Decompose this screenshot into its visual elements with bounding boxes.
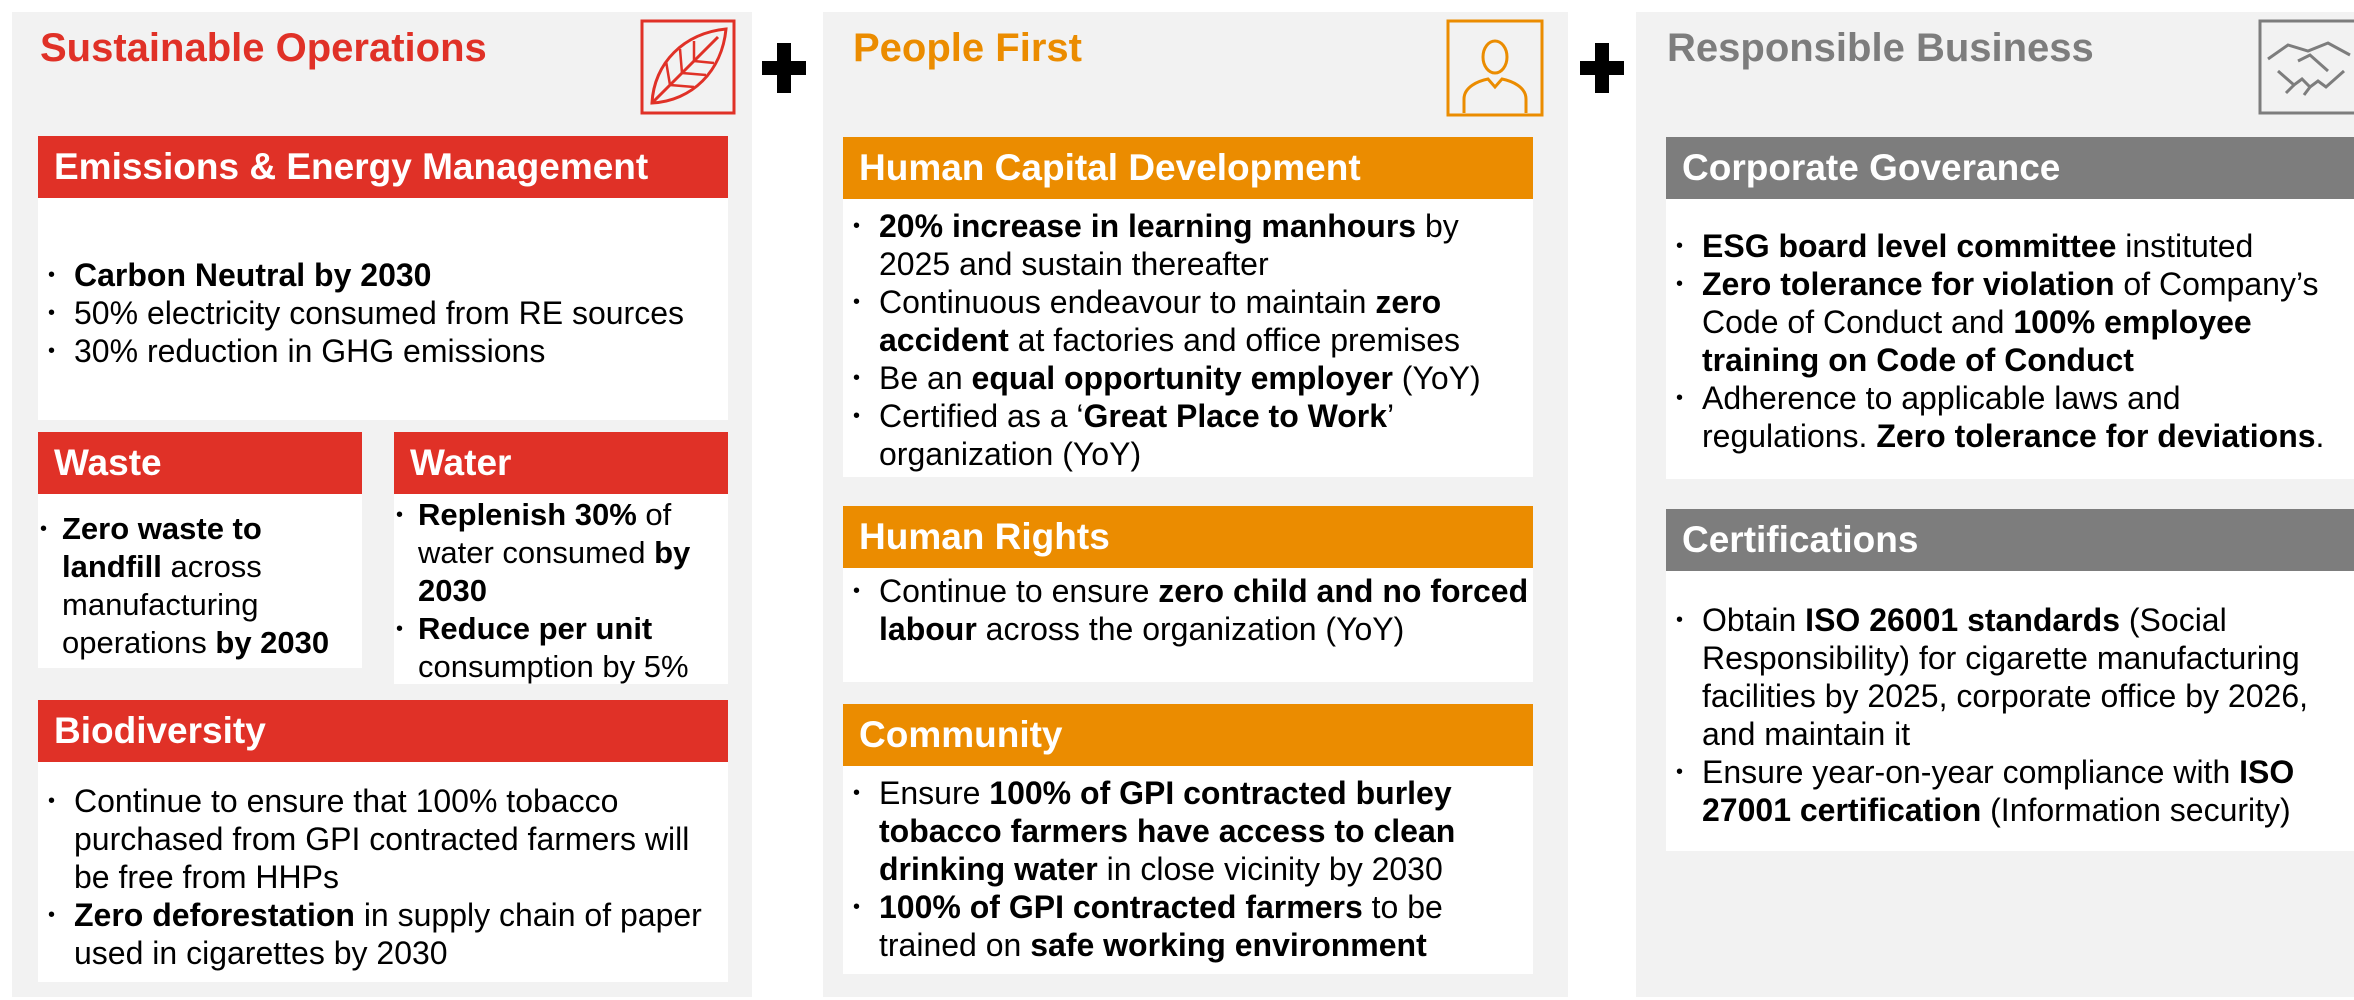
section-heading-waste: Waste <box>38 432 362 494</box>
bullet-item: Be an equal opportunity employer (YoY) <box>843 359 1533 397</box>
bullet-item: Replenish 30% of water consumed by 2030 <box>394 496 728 610</box>
bullet-text: Continue to ensure that 100% tobacco pur… <box>74 783 690 895</box>
section-heading-biodiversity: Biodiversity <box>38 700 728 762</box>
bullet-text: Continue to ensure <box>879 573 1159 609</box>
bullet-text: Zero tolerance for deviations <box>1876 418 2316 454</box>
section-body-community: Ensure 100% of GPI contracted burley tob… <box>843 766 1533 974</box>
bullet-text: Continuous endeavour to maintain <box>879 284 1376 320</box>
bullet-item: Continue to ensure zero child and no for… <box>843 572 1533 648</box>
section-body-governance: ESG board level committee institutedZero… <box>1666 199 2354 479</box>
bullet-item: Zero tolerance for violation of Company’… <box>1666 265 2354 379</box>
bullet-text: Ensure year-on-year compliance with <box>1702 754 2240 790</box>
bullet-text: 50% electricity consumed from RE sources <box>74 295 684 331</box>
section-heading-emissions: Emissions & Energy Management <box>38 136 728 198</box>
bullet-item: Ensure year-on-year compliance with ISO … <box>1666 753 2354 829</box>
bullet-text: instituted <box>2116 228 2254 264</box>
bullet-list: ESG board level committee institutedZero… <box>1666 227 2354 455</box>
bullet-text: (Information security) <box>1981 792 2291 828</box>
section-body-certifications: Obtain ISO 26001 standards (Social Respo… <box>1666 571 2354 851</box>
bullet-item: Carbon Neutral by 2030 <box>38 256 728 294</box>
bullet-text: . <box>2315 418 2325 454</box>
bullet-text: Ensure <box>879 775 990 811</box>
column-title: Sustainable Operations <box>40 26 487 70</box>
bullet-text: Zero deforestation <box>74 897 355 933</box>
bullet-text: Carbon Neutral by 2030 <box>74 257 432 293</box>
bullet-list: Replenish 30% of water consumed by 2030R… <box>394 496 728 686</box>
section-heading-community: Community <box>843 704 1533 766</box>
bullet-item: 100% of GPI contracted farmers to be tra… <box>843 888 1533 964</box>
section-heading-human-capital: Human Capital Development <box>843 137 1533 199</box>
bullet-text: consumption by 5% <box>418 649 689 684</box>
section-body-water: Replenish 30% of water consumed by 2030R… <box>394 494 728 684</box>
bullet-text: 100% of GPI contracted farmers <box>879 889 1363 925</box>
leaf-icon <box>640 19 736 120</box>
bullet-item: Reduce per unit consumption by 5% <box>394 610 728 686</box>
section-heading-human-rights: Human Rights <box>843 506 1533 568</box>
bullet-item: Zero deforestation in supply chain of pa… <box>38 896 728 972</box>
person-icon <box>1446 19 1544 122</box>
bullet-list: Zero waste to landfill across manufactur… <box>38 510 362 662</box>
bullet-text: Zero tolerance for violation <box>1702 266 2115 302</box>
bullet-text: Replenish 30% <box>418 497 637 532</box>
bullet-text: across the organization (YoY) <box>976 611 1405 647</box>
section-heading-certifications: Certifications <box>1666 509 2354 571</box>
bullet-text: Be an <box>879 360 972 396</box>
bullet-list: Continue to ensure zero child and no for… <box>843 572 1533 648</box>
bullet-item: Continue to ensure that 100% tobacco pur… <box>38 782 728 896</box>
plus-icon <box>762 43 806 98</box>
bullet-item: Continuous endeavour to maintain zero ac… <box>843 283 1533 359</box>
section-body-biodiversity: Continue to ensure that 100% tobacco pur… <box>38 762 728 982</box>
bullet-list: Ensure 100% of GPI contracted burley tob… <box>843 774 1533 964</box>
bullet-text: 30% reduction in GHG emissions <box>74 333 546 369</box>
bullet-item: Adherence to applicable laws and regulat… <box>1666 379 2354 455</box>
bullet-list: Continue to ensure that 100% tobacco pur… <box>38 782 728 972</box>
bullet-text: Obtain <box>1702 602 1806 638</box>
plus-icon <box>1580 43 1624 98</box>
section-body-emissions: Carbon Neutral by 203050% electricity co… <box>38 198 728 420</box>
bullet-text: ESG board level committee <box>1702 228 2117 264</box>
bullet-item: Zero waste to landfill across manufactur… <box>38 510 362 662</box>
bullet-item: 20% increase in learning manhours by 202… <box>843 207 1533 283</box>
bullet-text: 20% increase in learning manhours <box>879 208 1417 244</box>
bullet-text: Great Place to Work <box>1083 398 1388 434</box>
section-body-human-capital: 20% increase in learning manhours by 202… <box>843 199 1533 477</box>
bullet-item: ESG board level committee instituted <box>1666 227 2354 265</box>
bullet-text: ISO 26001 standards <box>1805 602 2120 638</box>
section-body-human-rights: Continue to ensure zero child and no for… <box>843 568 1533 682</box>
bullet-text: Reduce per unit <box>418 611 653 646</box>
section-body-waste: Zero waste to landfill across manufactur… <box>38 494 362 668</box>
bullet-item: Ensure 100% of GPI contracted burley tob… <box>843 774 1533 888</box>
bullet-item: 50% electricity consumed from RE sources <box>38 294 728 332</box>
bullet-list: 20% increase in learning manhours by 202… <box>843 207 1533 473</box>
bullet-list: Carbon Neutral by 203050% electricity co… <box>38 256 728 370</box>
bullet-text: equal opportunity employer <box>971 360 1393 396</box>
bullet-text: in close vicinity by 2030 <box>1097 851 1443 887</box>
bullet-text: at factories and office premises <box>1008 322 1461 358</box>
bullet-text: (YoY) <box>1392 360 1481 396</box>
bullet-list: Obtain ISO 26001 standards (Social Respo… <box>1666 601 2354 829</box>
section-heading-water: Water <box>394 432 728 494</box>
bullet-text: by 2030 <box>215 625 330 660</box>
section-heading-governance: Corporate Goverance <box>1666 137 2354 199</box>
column-title: Responsible Business <box>1667 26 2094 70</box>
bullet-text: safe working environment <box>1030 927 1427 963</box>
bullet-item: 30% reduction in GHG emissions <box>38 332 728 370</box>
handshake-icon <box>2258 19 2354 120</box>
bullet-item: Obtain ISO 26001 standards (Social Respo… <box>1666 601 2354 753</box>
bullet-text: Certified as a ‘ <box>879 398 1084 434</box>
column-title: People First <box>853 26 1082 70</box>
bullet-item: Certified as a ‘Great Place to Work’ org… <box>843 397 1533 473</box>
